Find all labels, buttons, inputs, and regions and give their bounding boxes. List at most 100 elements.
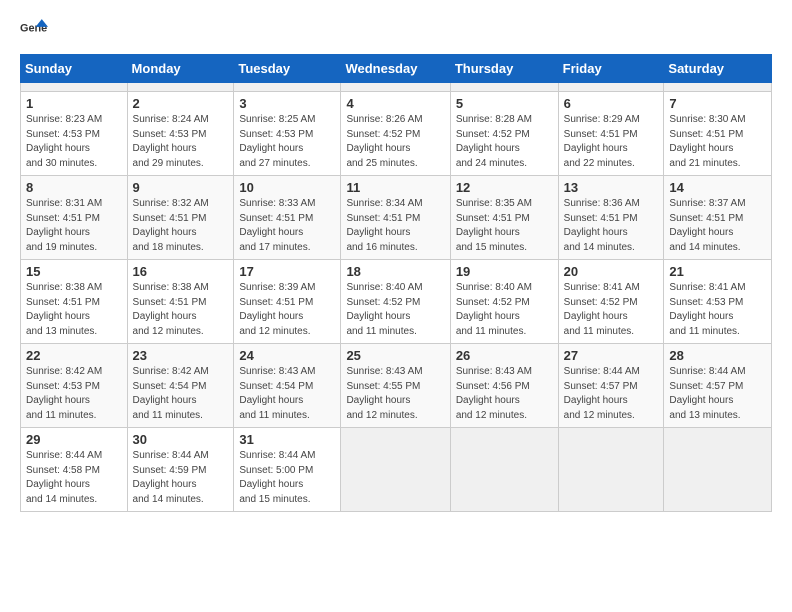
daylight-label: Daylight hours [133,311,197,322]
day-of-week-header: Thursday [450,55,558,83]
sunrise-text: Sunrise: 8:40 AM [456,282,532,293]
sunset-text: Sunset: 4:51 PM [239,297,313,308]
sunrise-text: Sunrise: 8:25 AM [239,114,315,125]
calendar-cell: 31 Sunrise: 8:44 AMSunset: 5:00 PMDayligh… [234,428,341,512]
day-detail: Sunrise: 8:44 AMSunset: 4:59 PMDaylight … [133,449,229,507]
sunset-text: Sunset: 4:51 PM [564,129,638,140]
daylight-label: Daylight hours [346,311,410,322]
sunset-text: Sunset: 4:55 PM [346,381,420,392]
calendar-cell: 25Sunrise: 8:43 AMSunset: 4:55 PMDayligh… [341,344,450,428]
day-detail: Sunrise: 8:44 AMSunset: 4:58 PMDaylight … [26,449,122,507]
sunrise-text: Sunrise: 8:24 AM [133,114,209,125]
sunrise-text: Sunrise: 8:42 AM [133,366,209,377]
sunrise-text: Sunrise: 8:26 AM [346,114,422,125]
daylight-duration: and 14 minutes. [564,242,635,253]
sunrise-text: Sunrise: 8:33 AM [239,198,315,209]
day-number: 3 [239,96,335,111]
calendar-cell [234,83,341,92]
daylight-label: Daylight hours [133,227,197,238]
day-detail: Sunrise: 8:25 AM Sunset: 4:53 PM Daylight … [239,113,335,171]
daylight-label: Daylight hours [239,143,303,154]
day-number: 12 [456,180,553,195]
day-number: 1 [26,96,122,111]
sunrise-text: Sunrise: 8:40 AM [346,282,422,293]
calendar-cell: 22Sunrise: 8:42 AMSunset: 4:53 PMDayligh… [21,344,128,428]
day-detail: Sunrise: 8:38 AMSunset: 4:51 PMDaylight … [133,281,229,339]
daylight-label: Daylight hours [669,311,733,322]
calendar-cell: 12Sunrise: 8:35 AMSunset: 4:51 PMDayligh… [450,176,558,260]
daylight-duration: and 16 minutes. [346,242,417,253]
sunset-text: Sunset: 4:51 PM [669,129,743,140]
calendar-cell [558,428,664,512]
sunset-text: Sunset: 4:52 PM [456,129,530,140]
daylight-duration: and 30 minutes. [26,158,97,169]
calendar-cell: 19Sunrise: 8:40 AMSunset: 4:52 PMDayligh… [450,260,558,344]
day-number: 31 [239,432,335,447]
day-detail: Sunrise: 8:43 AMSunset: 4:54 PMDaylight … [239,365,335,423]
day-detail: Sunrise: 8:40 AMSunset: 4:52 PMDaylight … [456,281,553,339]
daylight-duration: and 11 minutes. [26,410,96,421]
day-detail: Sunrise: 8:44 AMSunset: 5:00 PMDaylight … [239,449,335,507]
day-detail: Sunrise: 8:38 AMSunset: 4:51 PMDaylight … [26,281,122,339]
day-of-week-header: Wednesday [341,55,450,83]
calendar-week-row: 8 Sunrise: 8:31 AM Sunset: 4:51 PM Daylight… [21,176,772,260]
header: General [20,16,772,44]
sunset-text: Sunset: 4:51 PM [239,213,313,224]
calendar-cell [558,83,664,92]
day-number: 7 [669,96,766,111]
sunset-text: Sunset: 4:51 PM [564,213,638,224]
calendar-cell: 10Sunrise: 8:33 AMSunset: 4:51 PMDayligh… [234,176,341,260]
sunrise-text: Sunrise: 8:23 AM [26,114,102,125]
daylight-duration: and 22 minutes. [564,158,635,169]
sunrise-text: Sunrise: 8:29 AM [564,114,640,125]
daylight-duration: and 12 minutes. [239,326,310,337]
daylight-duration: and 13 minutes. [26,326,97,337]
calendar-cell [664,428,772,512]
sunset-text: Sunset: 4:51 PM [133,297,207,308]
daylight-label: Daylight hours [26,311,90,322]
daylight-label: Daylight hours [669,143,733,154]
sunrise-text: Sunrise: 8:37 AM [669,198,745,209]
calendar-cell: 21Sunrise: 8:41 AMSunset: 4:53 PMDayligh… [664,260,772,344]
calendar-cell: 17Sunrise: 8:39 AMSunset: 4:51 PMDayligh… [234,260,341,344]
sunset-text: Sunset: 4:54 PM [133,381,207,392]
day-number: 17 [239,264,335,279]
calendar-cell: 23Sunrise: 8:42 AMSunset: 4:54 PMDayligh… [127,344,234,428]
day-of-week-header: Monday [127,55,234,83]
calendar-cell: 16Sunrise: 8:38 AMSunset: 4:51 PMDayligh… [127,260,234,344]
calendar-cell: 26Sunrise: 8:43 AMSunset: 4:56 PMDayligh… [450,344,558,428]
calendar-cell: 28Sunrise: 8:44 AMSunset: 4:57 PMDayligh… [664,344,772,428]
daylight-duration: and 24 minutes. [456,158,527,169]
day-detail: Sunrise: 8:34 AMSunset: 4:51 PMDaylight … [346,197,444,255]
daylight-duration: and 17 minutes. [239,242,310,253]
daylight-label: Daylight hours [456,227,520,238]
calendar-header-row: SundayMondayTuesdayWednesdayThursdayFrid… [21,55,772,83]
daylight-duration: and 15 minutes. [239,494,310,505]
sunset-text: Sunset: 4:59 PM [133,465,207,476]
daylight-duration: and 12 minutes. [564,410,635,421]
daylight-label: Daylight hours [346,227,410,238]
calendar-cell: 13Sunrise: 8:36 AMSunset: 4:51 PMDayligh… [558,176,664,260]
day-number: 14 [669,180,766,195]
calendar-cell: 6Sunrise: 8:29 AMSunset: 4:51 PMDaylight… [558,92,664,176]
day-number: 8 [26,180,122,195]
sunset-text: Sunset: 4:53 PM [26,129,100,140]
sunrise-text: Sunrise: 8:44 AM [26,450,102,461]
sunrise-text: Sunrise: 8:32 AM [133,198,209,209]
sunset-text: Sunset: 4:53 PM [239,129,313,140]
sunrise-text: Sunrise: 8:31 AM [26,198,102,209]
daylight-label: Daylight hours [239,311,303,322]
day-number: 24 [239,348,335,363]
daylight-label: Daylight hours [346,395,410,406]
daylight-label: Daylight hours [456,395,520,406]
daylight-label: Daylight hours [239,479,303,490]
sunrise-text: Sunrise: 8:41 AM [669,282,745,293]
daylight-label: Daylight hours [26,395,90,406]
daylight-duration: and 19 minutes. [26,242,97,253]
daylight-label: Daylight hours [564,311,628,322]
day-detail: Sunrise: 8:41 AMSunset: 4:52 PMDaylight … [564,281,659,339]
daylight-duration: and 11 minutes. [564,326,634,337]
day-number: 29 [26,432,122,447]
sunset-text: Sunset: 4:51 PM [346,213,420,224]
calendar-cell: 24 Sunrise: 8:43 AMSunset: 4:54 PMDayligh… [234,344,341,428]
